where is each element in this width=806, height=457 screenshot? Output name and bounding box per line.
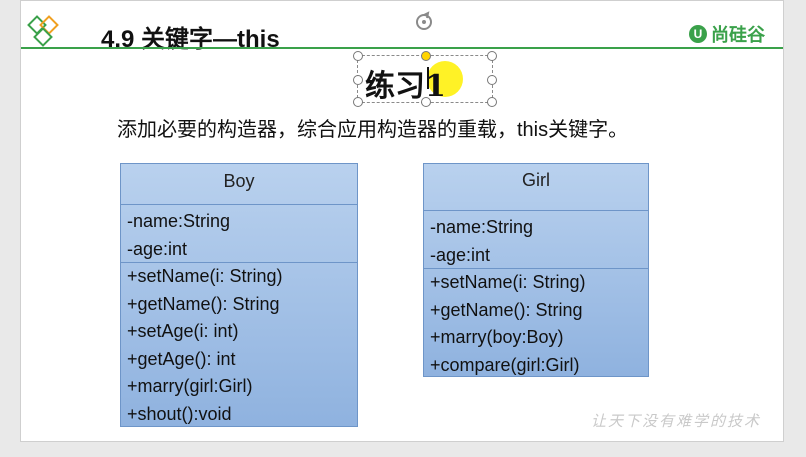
exercise-instruction: 添加必要的构造器，综合应用构造器的重载，this关键字。 bbox=[117, 119, 629, 141]
brand-icon: U bbox=[689, 25, 707, 43]
method-section: +setName(i: String) +getName(): String +… bbox=[424, 269, 648, 379]
attribute: -age:int bbox=[430, 245, 491, 265]
header-divider bbox=[21, 47, 783, 49]
resize-handle-top-left[interactable] bbox=[353, 51, 363, 61]
resize-handle-top-right[interactable] bbox=[487, 51, 497, 61]
text-cursor bbox=[427, 67, 429, 89]
brand-logo: U 尚硅谷 bbox=[689, 21, 765, 47]
rotate-handle-icon[interactable] bbox=[413, 11, 435, 33]
resize-handle-bottom-right[interactable] bbox=[487, 97, 497, 107]
method: +setAge(i: int) bbox=[127, 321, 239, 341]
method: +shout():void bbox=[127, 403, 232, 424]
uml-class-girl: Girl -name:String -age:int +setName(i: S… bbox=[423, 163, 649, 377]
footer-watermark: 让天下没有难学的技术 bbox=[590, 413, 761, 430]
exercise-title[interactable]: 练习1 bbox=[365, 61, 446, 105]
method: +marry(boy:Boy) bbox=[430, 327, 564, 347]
brand-name: 尚硅谷 bbox=[711, 25, 765, 45]
class-name: Girl bbox=[424, 164, 648, 211]
resize-handle-right[interactable] bbox=[487, 75, 497, 85]
slide: 4.9 关键字—this U 尚硅谷 练习1 添加必要的构造器，综合应用构造器的… bbox=[20, 0, 784, 442]
method: +getAge(): int bbox=[127, 348, 236, 369]
method: +setName(i: String) bbox=[430, 272, 586, 292]
method: +marry(girl:Girl) bbox=[127, 376, 253, 396]
attribute: -name:String bbox=[127, 211, 231, 231]
resize-handle-left[interactable] bbox=[353, 75, 363, 85]
method: +getName(): String bbox=[127, 293, 280, 314]
uml-class-boy: Boy -name:String -age:int +setName(i: St… bbox=[120, 163, 358, 427]
method: +setName(i: String) bbox=[127, 266, 283, 286]
resize-handle-bottom-left[interactable] bbox=[353, 97, 363, 107]
attribute: -name:String bbox=[430, 217, 534, 237]
method-section: +setName(i: String) +getName(): String +… bbox=[121, 263, 357, 428]
logo-mark-icon bbox=[27, 15, 59, 47]
class-name: Boy bbox=[121, 164, 357, 205]
method: +compare(girl:Girl) bbox=[430, 354, 580, 375]
method: +getName(): String bbox=[430, 299, 583, 320]
resize-handle-top[interactable] bbox=[421, 51, 431, 61]
attribute-section: -name:String -age:int bbox=[121, 205, 357, 263]
attribute-section: -name:String -age:int bbox=[424, 211, 648, 269]
attribute: -age:int bbox=[127, 239, 188, 259]
